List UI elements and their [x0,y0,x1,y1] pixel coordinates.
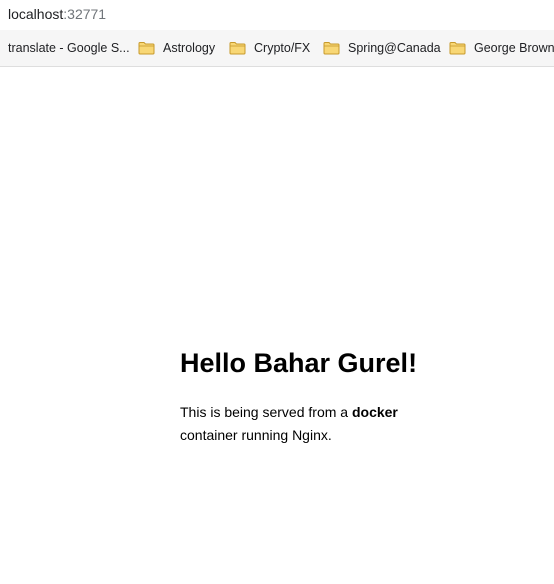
bookmark-folder-crypto-fx[interactable]: Crypto/FX [229,30,310,66]
browser-top-bar: localhost:32771 [0,0,554,30]
bookmark-label: Astrology [163,41,216,55]
page-heading: Hello Bahar Gurel! [180,348,418,378]
bookmark-translate[interactable]: translate - Google S... [8,30,130,66]
bookmark-label: translate - Google S... [8,41,130,55]
address-port: :32771 [63,6,107,22]
page-paragraph: This is being served from a docker conta… [180,401,430,447]
folder-icon [323,41,340,55]
bookmark-label: Crypto/FX [254,41,311,55]
folder-icon [229,41,246,55]
bookmarks-bar: translate - Google S... Astrology Crypto… [0,30,554,67]
address-host: localhost [8,6,64,22]
paragraph-text-pre: This is being served from a [180,404,352,420]
folder-icon [449,41,466,55]
paragraph-text-post: container running Nginx. [180,427,332,443]
paragraph-bold-docker: docker [351,404,398,420]
bookmark-folder-george-brown[interactable]: George Brown [449,30,554,66]
bookmark-label: Spring@Canada [348,41,441,55]
folder-icon [138,41,155,55]
page-content: Hello Bahar Gurel! This is being served … [180,345,430,447]
bookmark-folder-astrology[interactable]: Astrology [138,30,215,66]
bookmark-label: George Brown [474,41,554,55]
bookmark-folder-spring-canada[interactable]: Spring@Canada [323,30,441,66]
address-bar[interactable]: localhost:32771 [8,5,106,23]
